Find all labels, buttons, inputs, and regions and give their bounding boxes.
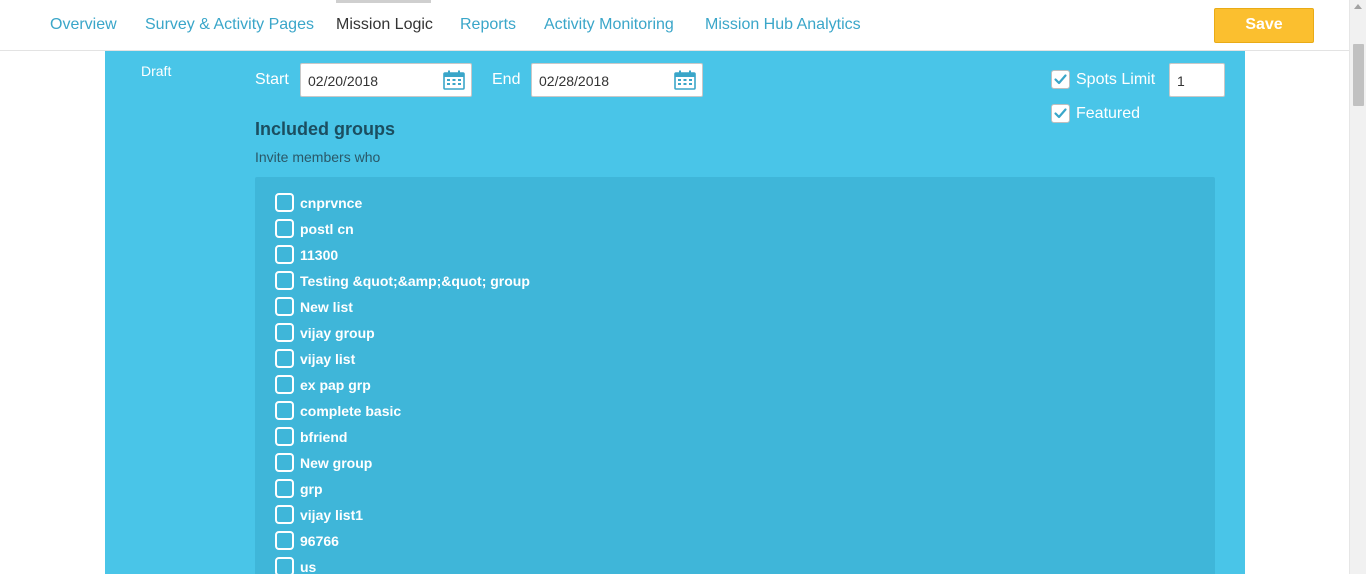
group-label: vijay group [300,325,375,341]
scroll-up-arrow-icon[interactable] [1354,4,1362,9]
tab-mission-hub-analytics[interactable]: Mission Hub Analytics [705,16,861,34]
group-label: bfriend [300,429,348,445]
scroll-thumb[interactable] [1353,44,1364,106]
group-checkbox[interactable] [275,401,294,420]
calendar-icon[interactable] [674,70,696,90]
group-label: ex pap grp [300,377,371,393]
group-label: vijay list1 [300,507,364,523]
group-label: vijay list [300,351,356,367]
included-groups-title: Included groups [255,119,396,139]
spots-limit-checkbox[interactable] [1051,70,1070,89]
group-label: 96766 [300,533,339,549]
group-label: 11300 [300,247,339,263]
spots-limit-value: 1 [1177,73,1185,89]
spots-limit-input[interactable]: 1 [1169,63,1225,97]
group-label: postl cn [300,221,354,237]
group-label: New list [300,299,353,315]
group-checkbox[interactable] [275,427,294,446]
checkmark-icon [1054,108,1067,119]
top-nav: Overview Survey & Activity Pages Mission… [0,0,1349,51]
tab-activity-monitoring[interactable]: Activity Monitoring [544,16,674,34]
group-checkbox[interactable] [275,375,294,394]
page: Overview Survey & Activity Pages Mission… [0,0,1366,574]
group-checkbox[interactable] [275,219,294,238]
tab-mission-logic[interactable]: Mission Logic [336,16,433,34]
calendar-icon[interactable] [443,70,465,90]
included-groups-subtitle: Invite members who [255,149,381,165]
group-checkbox[interactable] [275,245,294,264]
start-date-field[interactable]: 02/20/2018 [300,63,472,97]
group-checkbox[interactable] [275,271,294,290]
group-label: us [300,559,317,574]
group-label: grp [300,481,323,497]
group-checkbox[interactable] [275,193,294,212]
group-label: complete basic [300,403,402,419]
tab-overview[interactable]: Overview [50,16,117,34]
featured-checkbox[interactable] [1051,104,1070,123]
spots-limit-label: Spots Limit [1076,71,1156,88]
page-scrollbar[interactable] [1349,0,1366,574]
group-checkbox[interactable] [275,349,294,368]
group-checkbox[interactable] [275,297,294,316]
tab-reports[interactable]: Reports [460,16,516,34]
checkmark-icon [1054,74,1067,85]
featured-label: Featured [1076,105,1141,122]
active-tab-indicator [336,0,431,3]
group-label: New group [300,455,373,471]
save-button[interactable]: Save [1214,8,1314,43]
group-label: cnprvnce [300,195,363,211]
group-checkbox[interactable] [275,505,294,524]
group-checkbox[interactable] [275,557,294,574]
end-date-value: 02/28/2018 [539,73,610,89]
group-checkbox[interactable] [275,531,294,550]
group-checkbox[interactable] [275,323,294,342]
start-date-value: 02/20/2018 [308,73,379,89]
group-checkbox[interactable] [275,479,294,498]
end-date-field[interactable]: 02/28/2018 [531,63,703,97]
group-label: Testing &quot;&amp;&quot; group [300,273,530,289]
end-date-label: End [492,71,521,88]
groups-list [255,177,1215,574]
group-checkbox[interactable] [275,453,294,472]
tab-survey-activity-pages[interactable]: Survey & Activity Pages [145,16,314,34]
status-label: Draft [141,63,172,79]
start-date-label: Start [255,71,289,88]
